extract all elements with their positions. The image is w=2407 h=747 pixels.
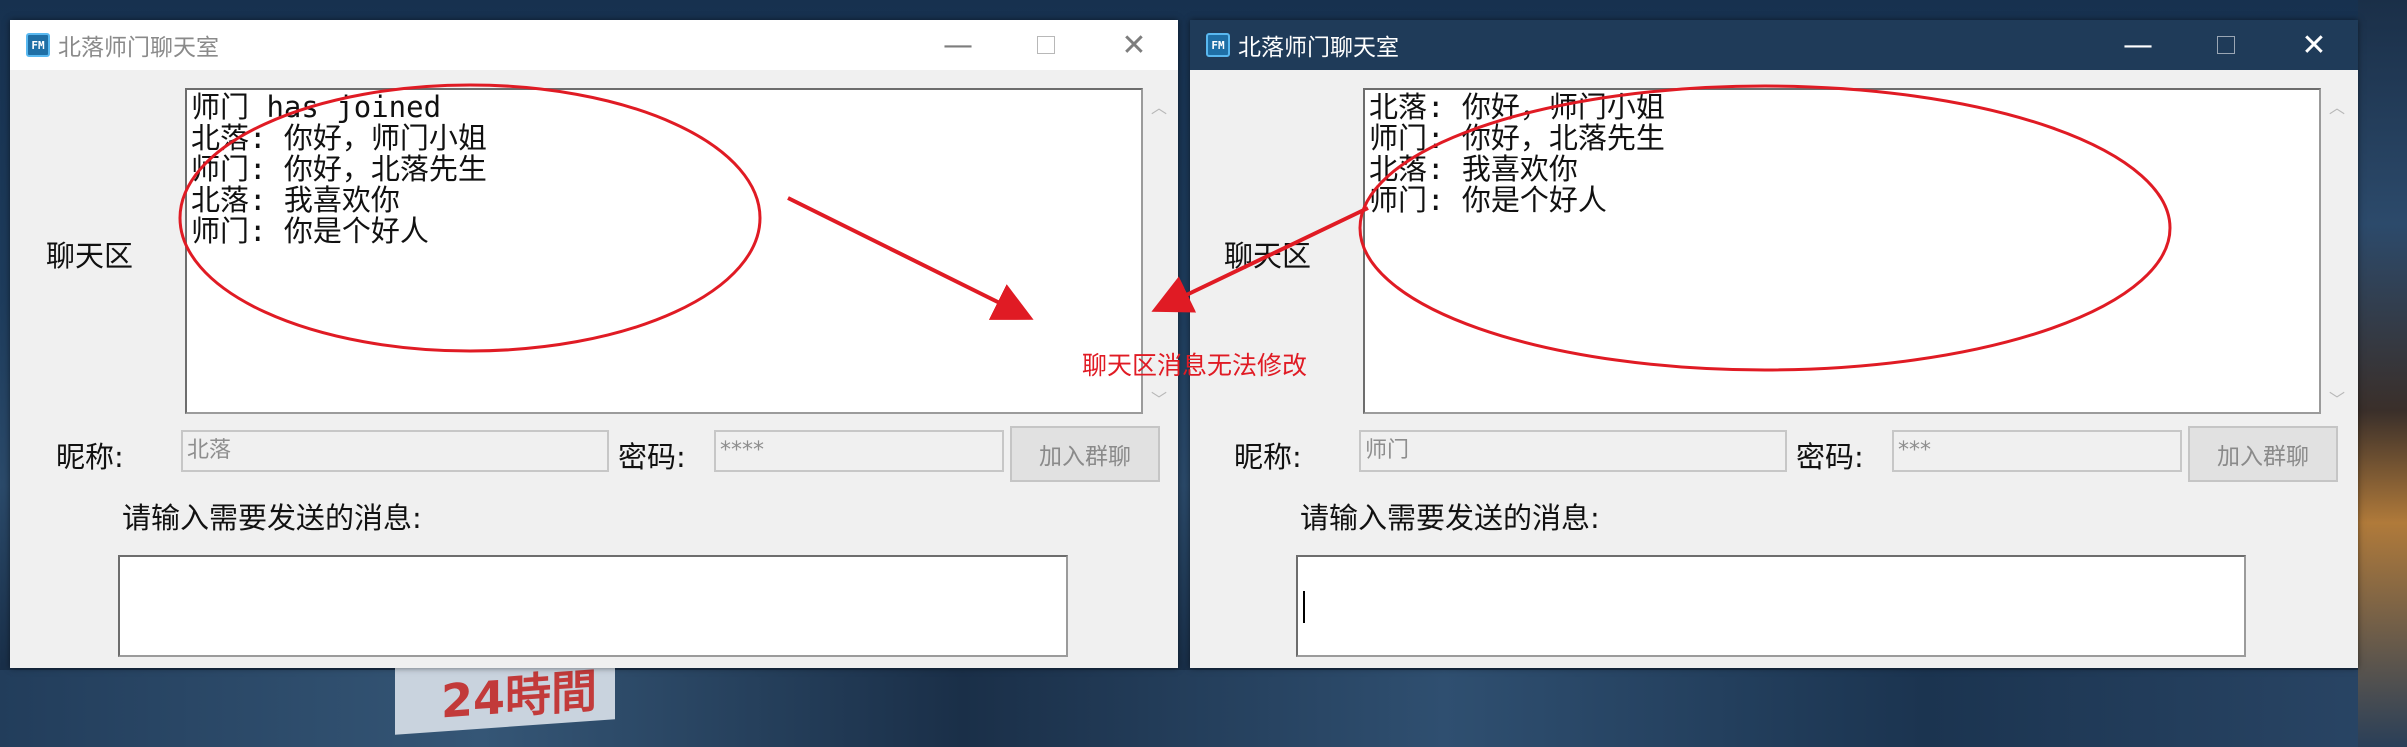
title-bar[interactable]: FM 北落师门聊天室 — ✕ [10, 20, 1178, 70]
message-input[interactable] [1296, 555, 2246, 657]
maximize-icon[interactable] [2182, 20, 2270, 70]
nickname-label: 昵称: [1234, 440, 1302, 474]
scroll-up-icon[interactable]: ︿ [1151, 94, 1167, 118]
password-input[interactable]: **** [714, 430, 1004, 472]
app-icon: FM [1206, 33, 1230, 57]
title-bar[interactable]: FM 北落师门聊天室 — ✕ [1190, 20, 2358, 70]
chat-area-label: 聊天区 [1224, 239, 1312, 273]
chat-window-shimen: FM 北落师门聊天室 — ✕ 聊天区 北落: 你好，师门小姐 师门: 你好，北落… [1190, 20, 2358, 668]
nickname-input[interactable]: 北落 [181, 430, 609, 472]
window-title: 北落师门聊天室 [58, 35, 219, 61]
message-input[interactable] [118, 555, 1068, 657]
scroll-down-icon[interactable]: ﹀ [2329, 386, 2345, 410]
minimize-icon[interactable]: — [2094, 20, 2182, 70]
window-title: 北落师门聊天室 [1238, 35, 1399, 61]
chat-area-label: 聊天区 [46, 239, 134, 273]
chat-message: 师门: 你好，北落先生 [1369, 121, 1665, 155]
nickname-input[interactable]: 师门 [1359, 430, 1787, 472]
password-input[interactable]: *** [1892, 430, 2182, 472]
desktop-wallpaper-edge [2358, 0, 2407, 747]
chat-message: 师门: 你好，北落先生 [191, 152, 487, 186]
password-label: 密码: [1796, 440, 1864, 474]
chat-message: 北落: 我喜欢你 [1369, 152, 1578, 186]
scroll-down-icon[interactable]: ﹀ [1151, 386, 1167, 410]
annotation-text: 聊天区消息无法修改 [1082, 351, 1308, 380]
nickname-label: 昵称: [56, 440, 124, 474]
maximize-icon[interactable] [1002, 20, 1090, 70]
chat-scrollbar[interactable]: ︿ ﹀ [2326, 88, 2348, 414]
app-icon: FM [26, 33, 50, 57]
chat-message: 北落: 我喜欢你 [191, 183, 400, 217]
text-caret [1303, 591, 1305, 623]
desktop-wallpaper [0, 670, 2407, 747]
chat-area[interactable]: 师门 has joined 北落: 你好，师门小姐 师门: 你好，北落先生 北落… [185, 88, 1143, 414]
minimize-icon[interactable]: — [914, 20, 1002, 70]
chat-message: 北落: 你好，师门小姐 [191, 121, 487, 155]
password-label: 密码: [618, 440, 686, 474]
join-group-button[interactable]: 加入群聊 [1010, 426, 1160, 482]
chat-message: 北落: 你好，师门小姐 [1369, 90, 1665, 124]
message-prompt: 请输入需要发送的消息: [122, 501, 422, 535]
chat-window-beiluo: FM 北落师门聊天室 — ✕ 聊天区 师门 has joined 北落: 你好，… [10, 20, 1178, 668]
message-prompt: 请输入需要发送的消息: [1300, 501, 1600, 535]
chat-area[interactable]: 北落: 你好，师门小姐 师门: 你好，北落先生 北落: 我喜欢你 师门: 你是个… [1363, 88, 2321, 414]
scroll-up-icon[interactable]: ︿ [2329, 94, 2345, 118]
chat-message: 师门: 你是个好人 [191, 214, 429, 248]
join-group-button[interactable]: 加入群聊 [2188, 426, 2338, 482]
close-icon[interactable]: ✕ [1090, 20, 1178, 70]
chat-message: 师门 has joined [191, 90, 442, 124]
close-icon[interactable]: ✕ [2270, 20, 2358, 70]
chat-message: 师门: 你是个好人 [1369, 183, 1607, 217]
